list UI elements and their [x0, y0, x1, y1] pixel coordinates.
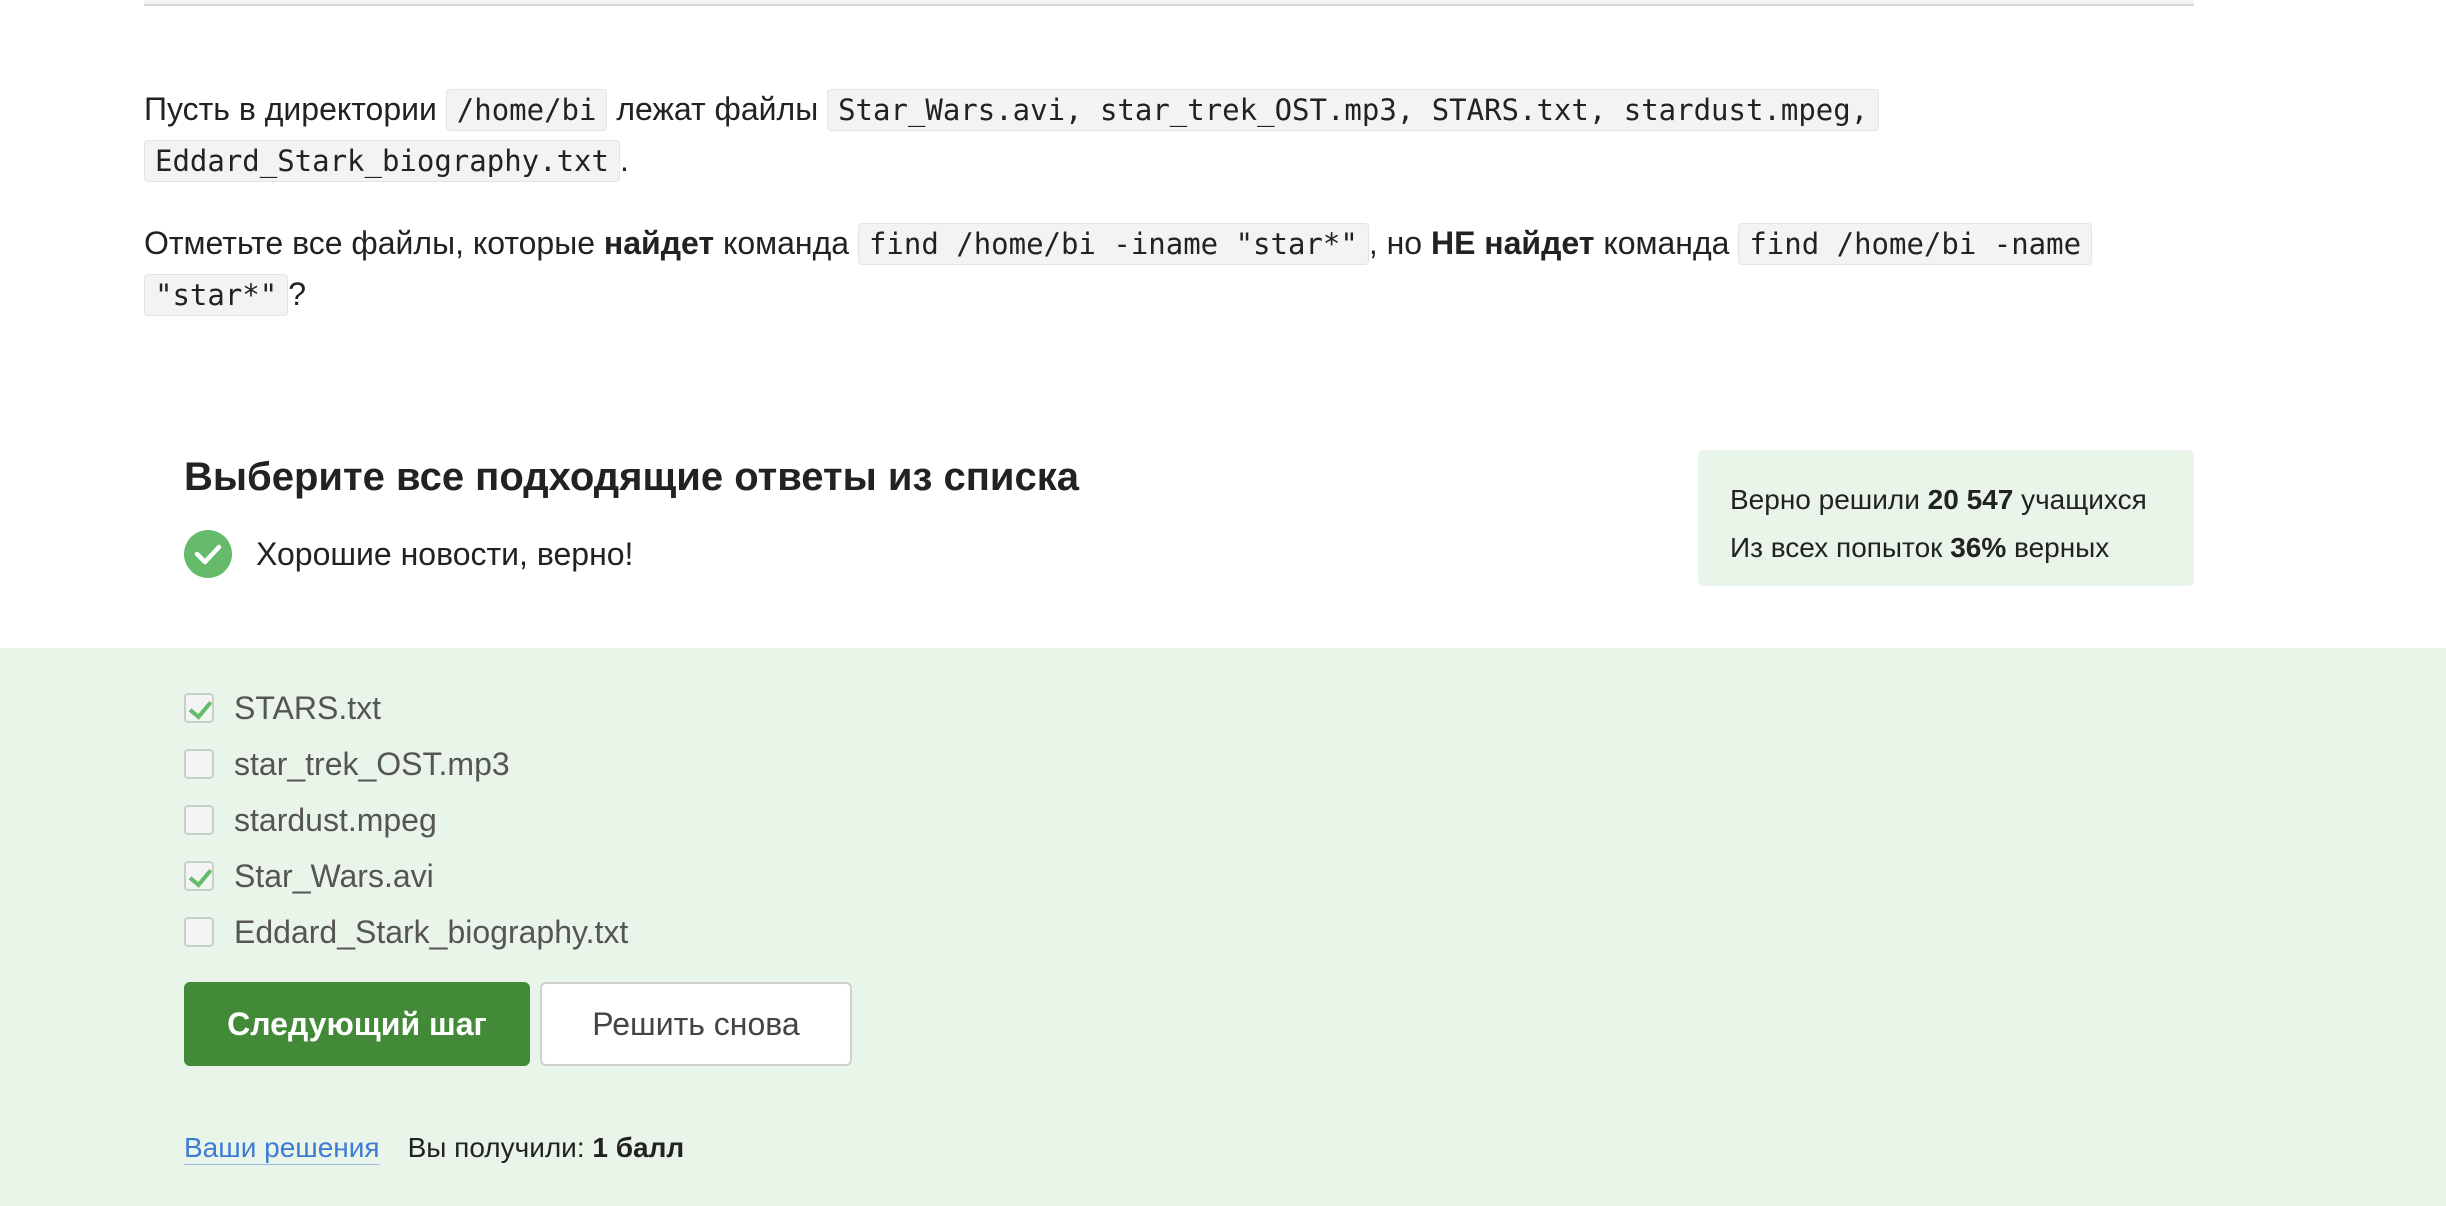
options-list: STARS.txt star_trek_OST.mp3 stardust.mpe… [184, 680, 628, 960]
option-label: stardust.mpeg [234, 801, 437, 838]
stat-label: учащихся [2021, 484, 2147, 515]
task-context: Пусть в директории /home/bi лежат файлы … [144, 84, 2204, 186]
result-footer: Ваши решения Вы получили: 1 балл [184, 1132, 684, 1165]
iname-command-code: find /home/bi -iname "star*" [857, 223, 1369, 265]
stat-label: Верно решили [1730, 484, 1920, 515]
solve-again-button[interactable]: Решить снова [540, 982, 852, 1066]
context-text: Пусть в директории [144, 91, 437, 127]
top-divider [144, 0, 2194, 6]
context-text: лежат файлы [616, 91, 819, 127]
attempts-percent: 36% [1950, 532, 2007, 563]
attempts-stat: Из всех попыток 36% верных [1730, 524, 2162, 572]
step-page: Пусть в директории /home/bi лежат файлы … [0, 0, 2446, 1206]
files-list-code-cont: Eddard_Stark_biography.txt [144, 140, 620, 182]
feedback-message: Хорошие новости, верно! [184, 530, 1079, 578]
feedback-text: Хорошие новости, верно! [256, 535, 634, 572]
checkmark-icon [194, 544, 222, 565]
score-label: Вы получили: [407, 1132, 585, 1163]
score-value: 1 балл [592, 1132, 685, 1163]
option-label: Eddard_Stark_biography.txt [234, 913, 629, 950]
option-checkbox[interactable] [184, 861, 214, 891]
option-label: Star_Wars.avi [234, 857, 434, 894]
quiz-title: Выберите все подходящие ответы из списка [184, 455, 1079, 499]
stat-label: верных [2014, 532, 2110, 563]
question-mark: ? [288, 276, 307, 312]
question-text: команда [1603, 225, 1730, 261]
task-question: Отметьте все файлы, которые найдет коман… [144, 218, 2204, 320]
question-text: Отметьте все файлы, которые [144, 225, 596, 261]
dir-path-code: /home/bi [445, 89, 608, 131]
action-buttons: Следующий шаг Решить снова [184, 982, 852, 1066]
name-command-code: find /home/bi -name [1738, 223, 2093, 265]
option-checkbox[interactable] [184, 805, 214, 835]
name-command-code-cont: "star*" [144, 274, 289, 316]
next-step-button[interactable]: Следующий шаг [184, 982, 530, 1066]
score-text: Вы получили: 1 балл [408, 1132, 685, 1164]
your-solutions-link[interactable]: Ваши решения [184, 1132, 380, 1165]
stats-panel: Верно решили 20 547 учащихся Из всех поп… [1698, 450, 2194, 586]
option-stars-txt[interactable]: STARS.txt [184, 680, 628, 736]
option-label: STARS.txt [234, 689, 381, 726]
stat-label: Из всех попыток [1730, 532, 1943, 563]
question-text: , но [1368, 225, 1423, 261]
context-period: . [619, 142, 629, 178]
solved-stat: Верно решили 20 547 учащихся [1730, 476, 2162, 524]
option-checkbox[interactable] [184, 749, 214, 779]
option-label: star_trek_OST.mp3 [234, 745, 510, 782]
check-circle-icon [184, 530, 232, 578]
option-eddard-stark[interactable]: Eddard_Stark_biography.txt [184, 904, 628, 960]
option-checkbox[interactable] [184, 917, 214, 947]
question-text: команда [722, 225, 850, 261]
option-checkbox[interactable] [184, 693, 214, 723]
task-prompt: Пусть в директории /home/bi лежат файлы … [144, 84, 2204, 352]
files-list-code: Star_Wars.avi, star_trek_OST.mp3, STARS.… [827, 89, 1880, 131]
option-star-trek-ost[interactable]: star_trek_OST.mp3 [184, 736, 628, 792]
solved-count: 20 547 [1927, 484, 2014, 515]
question-emphasis: НЕ найдет [1430, 225, 1595, 261]
option-stardust-mpeg[interactable]: stardust.mpeg [184, 792, 628, 848]
option-star-wars-avi[interactable]: Star_Wars.avi [184, 848, 628, 904]
quiz-header: Выберите все подходящие ответы из списка… [184, 450, 1079, 578]
question-emphasis: найдет [603, 225, 715, 261]
answer-area: STARS.txt star_trek_OST.mp3 stardust.mpe… [0, 648, 2446, 1206]
